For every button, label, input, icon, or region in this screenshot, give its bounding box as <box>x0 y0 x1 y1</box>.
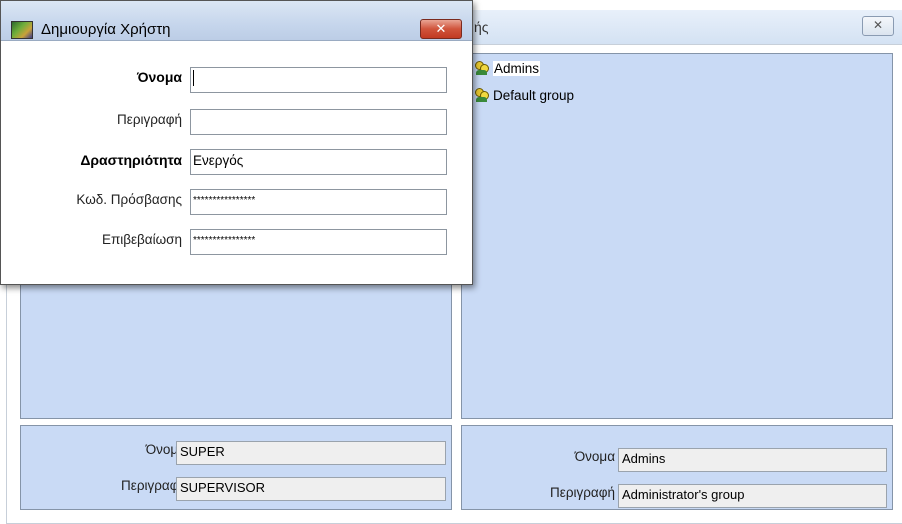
group-item-default[interactable]: Default group <box>474 86 574 106</box>
dialog-close-button[interactable]: ✕ <box>420 19 462 39</box>
user-name-field: SUPER <box>176 441 446 465</box>
user-group-icon <box>474 61 489 75</box>
confirm-password-label: Επιβεβαίωση <box>101 232 182 247</box>
description-input[interactable] <box>190 109 447 135</box>
main-window-close-button[interactable]: ✕ <box>862 16 894 36</box>
group-description-field: Administrator's group <box>618 484 887 508</box>
main-window-title: ής <box>474 19 489 35</box>
name-label: Όνομα <box>136 69 182 85</box>
close-icon: ✕ <box>435 21 447 36</box>
password-label: Κωδ. Πρόσβασης <box>76 192 182 207</box>
group-item-label: Default group <box>493 88 575 103</box>
group-item-admins[interactable]: Admins <box>474 59 541 79</box>
group-description-label: Περιγραφή <box>550 485 615 500</box>
user-group-icon <box>474 88 489 102</box>
description-label: Περιγραφή <box>117 112 182 127</box>
text-caret <box>193 70 194 86</box>
user-description-field: SUPERVISOR <box>176 477 446 501</box>
group-item-label: Admins <box>493 61 541 76</box>
group-details-panel: Όνομα Admins Περιγραφή Administrator's g… <box>461 425 893 510</box>
group-name-field: Admins <box>618 448 887 472</box>
dialog-title: Δημιουργία Χρήστη <box>41 21 171 38</box>
activity-label: Δραστηριότητα <box>80 152 182 168</box>
app-logo-icon <box>11 21 33 39</box>
activity-select[interactable]: Ενεργός <box>190 149 447 175</box>
confirm-password-input[interactable]: **************** <box>190 229 447 255</box>
group-name-label: Όνομα <box>574 449 615 464</box>
name-input[interactable] <box>190 67 447 93</box>
close-icon: ✕ <box>872 18 884 32</box>
user-details-panel: Όνομα SUPER Περιγραφή SUPERVISOR <box>20 425 452 510</box>
groups-list-panel[interactable]: Admins Default group <box>461 53 893 419</box>
create-user-dialog: Δημιουργία Χρήστη ✕ Όνομα Περιγραφή Δρασ… <box>0 0 473 285</box>
password-input[interactable]: **************** <box>190 189 447 215</box>
dialog-form: Όνομα Περιγραφή Δραστηριότητα Ενεργός Κω… <box>1 42 472 284</box>
